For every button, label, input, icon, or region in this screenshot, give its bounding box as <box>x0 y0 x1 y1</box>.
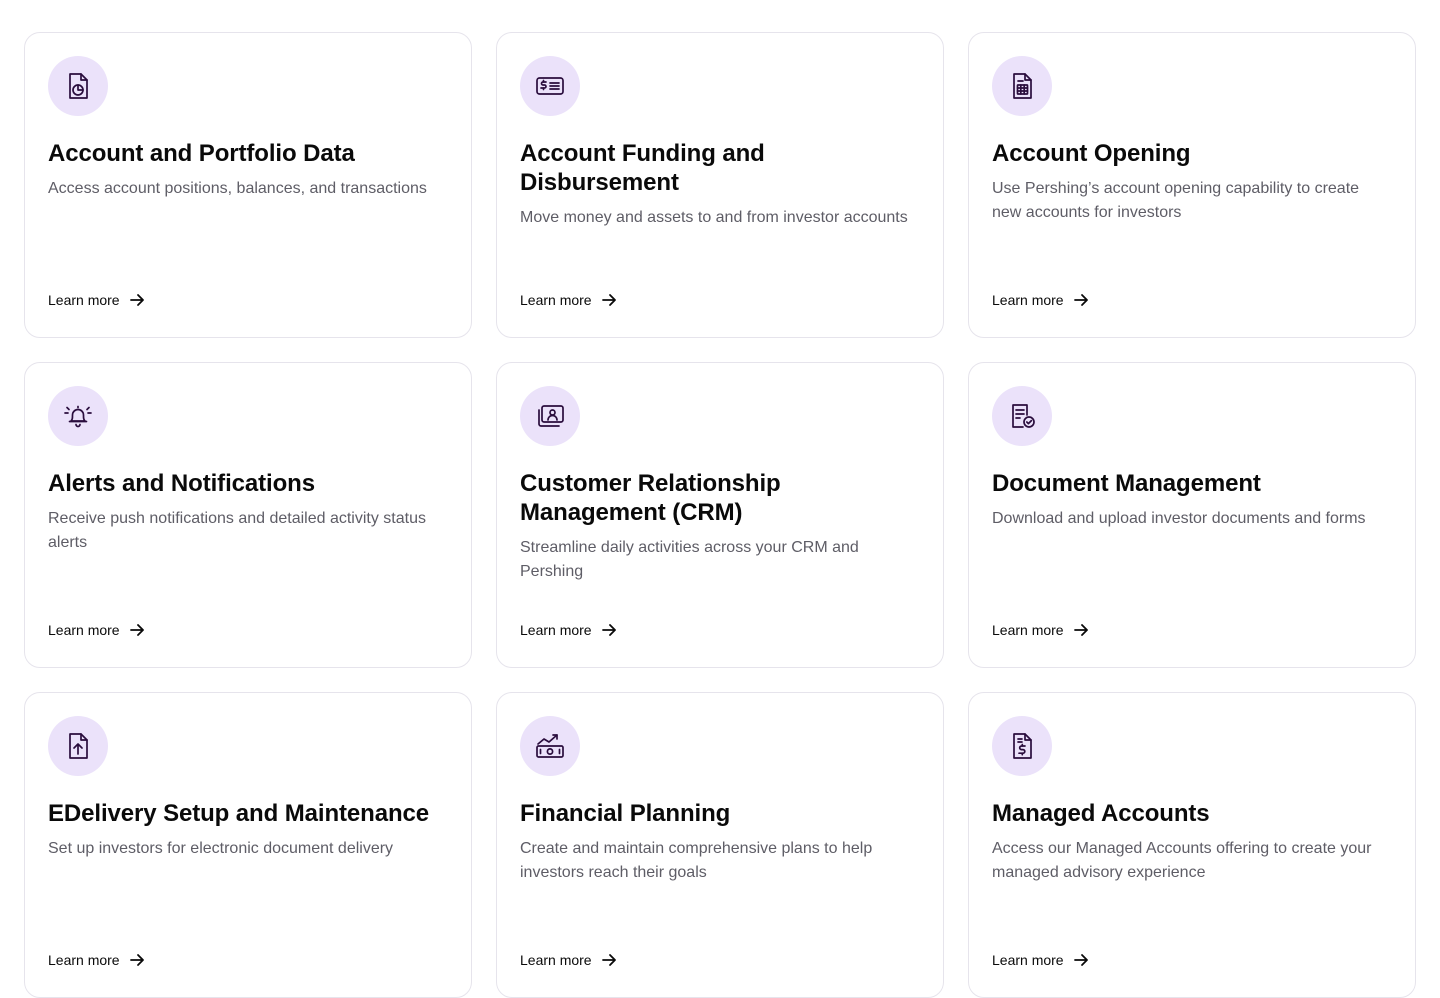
arrow-right-icon <box>129 954 144 966</box>
card-title: Document Management <box>992 470 1261 497</box>
card-document-management: Document Management Download and upload … <box>968 362 1416 668</box>
arrow-right-icon <box>129 624 144 636</box>
document-dollar-icon <box>1013 733 1032 759</box>
learn-more-label: Learn more <box>48 292 120 308</box>
card-description: Set up investors for electronic document… <box>48 840 394 857</box>
arrow-right-icon <box>601 294 616 306</box>
icon-circle <box>48 716 108 776</box>
card-description: Move money and assets to and from invest… <box>520 209 908 226</box>
card-account-opening: Account Opening Use Pershing’s account o… <box>968 32 1416 338</box>
card-account-portfolio-data: Account and Portfolio Data Access accoun… <box>24 32 472 338</box>
icon-circle <box>520 386 580 446</box>
icon-circle <box>48 56 108 116</box>
document-calculator-icon <box>1013 73 1032 99</box>
learn-more-label: Learn more <box>48 952 120 968</box>
icon-circle <box>48 386 108 446</box>
learn-more-label: Learn more <box>520 952 592 968</box>
document-check-icon <box>1012 404 1035 428</box>
card-title: Alerts and Notifications <box>48 470 315 497</box>
arrow-right-icon <box>601 954 616 966</box>
card-title: Account Opening <box>992 140 1191 167</box>
learn-more-link[interactable]: Learn more <box>48 291 145 309</box>
arrow-right-icon <box>129 294 144 306</box>
card-title: Account and Portfolio Data <box>48 140 355 167</box>
learn-more-link[interactable]: Learn more <box>48 951 145 969</box>
document-upload-icon <box>69 733 88 759</box>
arrow-right-icon <box>1073 954 1088 966</box>
card-alerts-notifications: Alerts and Notifications Receive push no… <box>24 362 472 668</box>
icon-circle <box>520 716 580 776</box>
learn-more-label: Learn more <box>992 292 1064 308</box>
money-growth-icon <box>536 734 564 758</box>
card-managed-accounts: Managed Accounts Access our Managed Acco… <box>968 692 1416 998</box>
learn-more-link[interactable]: Learn more <box>520 621 617 639</box>
learn-more-label: Learn more <box>992 952 1064 968</box>
learn-more-link[interactable]: Learn more <box>48 621 145 639</box>
card-financial-planning: Financial Planning Create and maintain c… <box>496 692 944 998</box>
card-title: Account Funding and Disbursement <box>520 140 765 196</box>
document-chart-icon <box>69 73 88 99</box>
learn-more-label: Learn more <box>992 622 1064 638</box>
arrow-right-icon <box>1073 294 1088 306</box>
card-title: Financial Planning <box>520 800 731 827</box>
learn-more-label: Learn more <box>520 292 592 308</box>
card-description: Access our Managed Accounts offering to … <box>992 840 1372 881</box>
learn-more-label: Learn more <box>48 622 120 638</box>
learn-more-link[interactable]: Learn more <box>992 621 1089 639</box>
icon-circle <box>520 56 580 116</box>
contact-card-icon <box>538 405 564 427</box>
card-description: Create and maintain comprehensive plans … <box>520 840 873 881</box>
learn-more-label: Learn more <box>520 622 592 638</box>
learn-more-link[interactable]: Learn more <box>992 291 1089 309</box>
card-edelivery: EDelivery Setup and Maintenance Set up i… <box>24 692 472 998</box>
card-account-funding: Account Funding and Disbursement Move mo… <box>496 32 944 338</box>
learn-more-link[interactable]: Learn more <box>992 951 1089 969</box>
card-description: Download and upload investor documents a… <box>992 510 1366 527</box>
learn-more-link[interactable]: Learn more <box>520 291 617 309</box>
card-description: Access account positions, balances, and … <box>48 180 427 197</box>
card-title: Managed Accounts <box>992 800 1210 827</box>
card-description: Streamline daily activities across your … <box>520 539 859 580</box>
icon-circle <box>992 716 1052 776</box>
card-title: EDelivery Setup and Maintenance <box>48 800 430 827</box>
dollar-card-icon <box>536 77 564 95</box>
arrow-right-icon <box>601 624 616 636</box>
learn-more-link[interactable]: Learn more <box>520 951 617 969</box>
icon-circle <box>992 386 1052 446</box>
bell-icon <box>64 405 92 428</box>
icon-circle <box>992 56 1052 116</box>
card-title: Customer Relationship Management (CRM) <box>520 470 781 526</box>
card-description: Use Pershing’s account opening capabilit… <box>992 180 1360 221</box>
card-description: Receive push notifications and detailed … <box>48 510 426 551</box>
solutions-grid: Account and Portfolio Data Access accoun… <box>24 32 1416 998</box>
card-crm: Customer Relationship Management (CRM) S… <box>496 362 944 668</box>
arrow-right-icon <box>1073 624 1088 636</box>
